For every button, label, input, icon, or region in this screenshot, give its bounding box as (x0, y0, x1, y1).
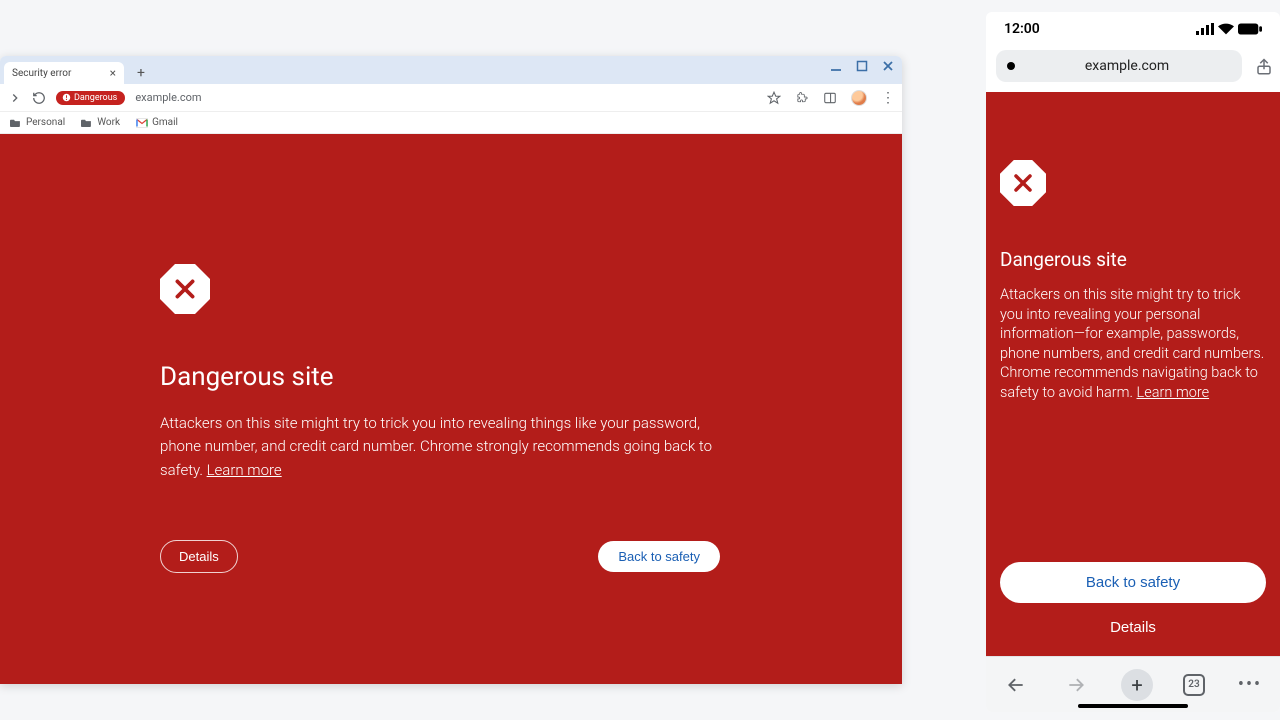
safe-browsing-interstitial: Dangerous site Attackers on this site mi… (0, 134, 902, 684)
home-indicator (1078, 704, 1188, 708)
warning-title: Dangerous site (1000, 248, 1266, 271)
overflow-menu-icon[interactable]: ⋮ (881, 90, 894, 106)
browser-tab[interactable]: Security error × (4, 62, 124, 84)
mobile-button-column: Back to safety Details (1000, 562, 1266, 636)
wifi-icon (1218, 23, 1234, 35)
back-to-safety-button[interactable]: Back to safety (1000, 562, 1266, 603)
close-window-icon[interactable] (882, 60, 894, 75)
mobile-safe-browsing-interstitial: Dangerous site Attackers on this site mi… (986, 92, 1280, 656)
mobile-address-bar[interactable]: example.com (996, 50, 1242, 82)
mobile-bottom-toolbar: + 23 ••• (986, 656, 1280, 712)
bookmark-folder-work[interactable]: Work (81, 117, 120, 128)
learn-more-link[interactable]: Learn more (1137, 384, 1210, 401)
bookmarks-bar: Personal Work Gmail (0, 112, 902, 134)
address-bar-url[interactable]: example.com (135, 91, 201, 104)
maximize-icon[interactable] (856, 60, 868, 75)
share-icon[interactable] (1252, 58, 1276, 76)
new-tab-button[interactable]: + (130, 62, 152, 84)
side-panel-icon[interactable] (823, 91, 837, 105)
window-controls (830, 60, 894, 75)
tab-title: Security error (12, 68, 71, 79)
warning-body: Attackers on this site might try to tric… (1000, 285, 1266, 402)
bookmark-label: Personal (26, 117, 65, 128)
forward-icon[interactable] (8, 91, 22, 105)
back-icon[interactable] (1001, 670, 1031, 700)
warning-body-text: Attackers on this site might try to tric… (1000, 286, 1264, 401)
bookmark-star-icon[interactable] (767, 91, 781, 105)
extensions-icon[interactable] (795, 91, 809, 105)
warning-button-row: Details Back to safety (160, 540, 720, 573)
learn-more-link[interactable]: Learn more (207, 461, 282, 479)
mobile-device-mockup: 12:00 example.com Dangerous site Attacke… (986, 12, 1280, 712)
new-tab-button[interactable]: + (1121, 669, 1153, 701)
bookmark-label: Work (97, 117, 120, 128)
forward-icon[interactable] (1061, 670, 1091, 700)
reload-icon[interactable] (32, 91, 46, 105)
details-button[interactable]: Details (160, 540, 238, 573)
bookmark-label: Gmail (152, 117, 178, 128)
warning-body: Attackers on this site might try to tric… (160, 412, 720, 482)
tab-strip: Security error × + (0, 56, 902, 84)
battery-icon (1238, 23, 1262, 35)
bookmark-folder-personal[interactable]: Personal (10, 117, 65, 128)
tab-switcher-button[interactable]: 23 (1183, 674, 1205, 696)
dangerous-chip[interactable]: Dangerous (56, 91, 125, 105)
dangerous-chip-label: Dangerous (74, 93, 117, 103)
details-button[interactable]: Details (1000, 619, 1266, 636)
bookmark-gmail[interactable]: Gmail (136, 117, 178, 128)
status-bar: 12:00 (986, 12, 1280, 46)
back-to-safety-button[interactable]: Back to safety (598, 541, 720, 572)
warning-title: Dangerous site (160, 362, 902, 392)
overflow-menu-icon[interactable]: ••• (1235, 670, 1265, 700)
mobile-url: example.com (1085, 58, 1169, 74)
desktop-browser-window: Security error × + Dangerous example.c (0, 56, 902, 684)
profile-avatar[interactable] (851, 90, 867, 106)
close-tab-icon[interactable]: × (110, 66, 116, 80)
warning-octagon-icon (160, 264, 210, 314)
cellular-signal-icon (1196, 23, 1214, 35)
browser-toolbar: Dangerous example.com ⋮ (0, 84, 902, 112)
status-time: 12:00 (1004, 21, 1040, 37)
warning-octagon-icon (1000, 160, 1046, 206)
minimize-icon[interactable] (830, 60, 842, 75)
site-settings-icon (1006, 61, 1016, 71)
